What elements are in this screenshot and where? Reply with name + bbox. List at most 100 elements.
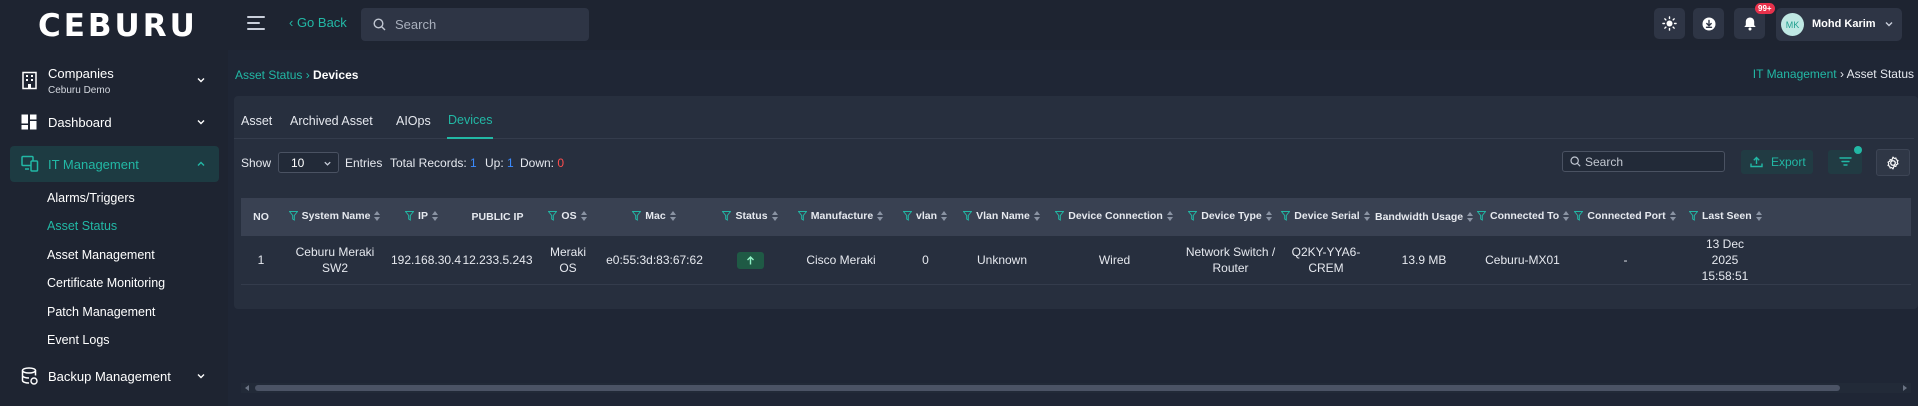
settings-button[interactable] bbox=[1876, 149, 1910, 176]
menu-toggle-icon[interactable] bbox=[247, 16, 265, 32]
col-header-os[interactable]: OS bbox=[540, 198, 596, 236]
col-header-label: Last Seen bbox=[1702, 210, 1752, 222]
sort-icon[interactable] bbox=[1033, 210, 1041, 222]
theme-toggle-button[interactable] bbox=[1654, 8, 1685, 39]
user-name: Mohd Karim bbox=[1812, 18, 1876, 30]
col-header-connected-to[interactable]: Connected To bbox=[1475, 198, 1570, 236]
breadcrumb-right: IT Management › Asset Status bbox=[1753, 67, 1914, 81]
sidebar-subitem-asset-management[interactable]: Asset Management bbox=[47, 248, 155, 262]
scroll-right-arrow-icon[interactable] bbox=[1903, 385, 1907, 391]
global-search[interactable] bbox=[361, 8, 589, 41]
sidebar-item-label: Backup Management bbox=[48, 369, 171, 384]
sort-icon[interactable] bbox=[669, 210, 677, 222]
total-records-label: Total Records: bbox=[390, 156, 467, 170]
col-header-vlan-name[interactable]: Vlan Name bbox=[957, 198, 1047, 236]
up-label: Up: bbox=[485, 156, 504, 170]
col-header-device-serial[interactable]: Device Serial bbox=[1279, 198, 1373, 236]
filter-icon[interactable] bbox=[288, 211, 298, 221]
filter-icon[interactable] bbox=[1055, 211, 1065, 221]
total-records-value: 1 bbox=[470, 156, 477, 170]
col-header-last-seen[interactable]: Last Seen bbox=[1681, 198, 1911, 236]
sort-icon[interactable] bbox=[877, 210, 884, 222]
sort-icon[interactable] bbox=[374, 210, 381, 222]
sidebar-subitem-asset-status[interactable]: Asset Status bbox=[47, 219, 117, 233]
col-header-manufacture[interactable]: Manufacture bbox=[788, 198, 894, 236]
scrollbar-thumb[interactable] bbox=[255, 385, 1840, 391]
sort-icon[interactable] bbox=[1669, 210, 1677, 222]
sidebar-subitem-patch-management[interactable]: Patch Management bbox=[47, 305, 155, 319]
breadcrumb-link-it-management[interactable]: IT Management bbox=[1753, 67, 1837, 81]
tab-asset[interactable]: Asset bbox=[241, 114, 272, 128]
company-name: Ceburu Demo bbox=[48, 85, 111, 96]
table-header-row: NO System Name IP PUBLIC IP OS Mac Statu… bbox=[241, 198, 1911, 236]
col-header-system-name[interactable]: System Name bbox=[281, 198, 389, 236]
show-label: Show bbox=[241, 156, 272, 170]
global-search-input[interactable] bbox=[395, 8, 580, 41]
col-header-ip[interactable]: IP bbox=[389, 198, 455, 236]
sort-icon[interactable] bbox=[580, 210, 588, 222]
col-header-label: OS bbox=[561, 210, 577, 222]
sort-icon[interactable] bbox=[771, 210, 779, 222]
sort-icon[interactable] bbox=[1265, 210, 1273, 222]
sidebar-subitem-alarms[interactable]: Alarms/Triggers bbox=[47, 191, 135, 205]
sort-icon[interactable] bbox=[1563, 210, 1570, 222]
download-button[interactable] bbox=[1693, 8, 1724, 39]
col-header-label: Connected Port bbox=[1587, 210, 1666, 222]
breadcrumb-separator: › bbox=[1836, 67, 1847, 81]
sidebar-item-backup-management[interactable]: Backup Management bbox=[10, 358, 219, 394]
export-button[interactable]: Export bbox=[1741, 150, 1813, 174]
filter-icon[interactable] bbox=[1477, 211, 1486, 221]
filter-icon[interactable] bbox=[963, 211, 973, 221]
filter-icon[interactable] bbox=[1281, 211, 1291, 221]
sidebar-item-label: IT Management bbox=[48, 157, 139, 172]
sidebar-subitem-event-logs[interactable]: Event Logs bbox=[47, 333, 110, 347]
col-header-public-ip: PUBLIC IP bbox=[455, 198, 540, 236]
database-icon bbox=[21, 367, 38, 385]
sort-icon[interactable] bbox=[1363, 210, 1371, 222]
filter-icon[interactable] bbox=[722, 211, 732, 221]
tab-devices[interactable]: Devices bbox=[448, 113, 492, 127]
col-header-connected-port[interactable]: Connected Port bbox=[1570, 198, 1681, 236]
building-icon bbox=[22, 71, 37, 90]
table-row[interactable]: 1 Ceburu Meraki SW2 192.168.30.4 12.233.… bbox=[241, 236, 1911, 285]
col-header-bandwidth-usage[interactable]: Bandwidth Usage bbox=[1373, 198, 1475, 236]
sort-icon[interactable] bbox=[941, 210, 948, 222]
filter-icon[interactable] bbox=[548, 211, 558, 221]
col-header-device-type[interactable]: Device Type bbox=[1182, 198, 1279, 236]
filter-icon[interactable] bbox=[797, 211, 807, 221]
ceburu-logo[interactable]: CEBURU bbox=[38, 8, 198, 44]
cell-vlan-name: Unknown bbox=[957, 236, 1047, 285]
cell-vlan: 0 bbox=[894, 236, 957, 285]
col-header-device-connection[interactable]: Device Connection bbox=[1047, 198, 1182, 236]
table-search-input[interactable] bbox=[1585, 152, 1721, 171]
filter-icon[interactable] bbox=[1574, 211, 1584, 221]
entries-select[interactable]: 10 bbox=[278, 152, 339, 173]
sort-icon[interactable] bbox=[431, 210, 439, 222]
tab-aiops[interactable]: AIOps bbox=[396, 114, 431, 128]
filter-icon[interactable] bbox=[405, 211, 415, 221]
sort-icon[interactable] bbox=[1166, 210, 1174, 222]
table-horizontal-scrollbar[interactable] bbox=[241, 383, 1911, 393]
sidebar-subitem-certificate-monitoring[interactable]: Certificate Monitoring bbox=[47, 276, 165, 290]
filter-icon[interactable] bbox=[632, 211, 642, 221]
col-header-status[interactable]: Status bbox=[713, 198, 788, 236]
breadcrumb-link-asset-status[interactable]: Asset Status bbox=[235, 68, 302, 82]
filter-lines-icon bbox=[1839, 157, 1852, 166]
sort-icon[interactable] bbox=[1755, 210, 1763, 222]
filter-icon[interactable] bbox=[1188, 211, 1198, 221]
filter-icon[interactable] bbox=[1689, 211, 1698, 221]
col-header-mac[interactable]: Mac bbox=[596, 198, 713, 236]
sidebar-item-it-management[interactable]: IT Management bbox=[10, 146, 219, 182]
table-search[interactable] bbox=[1562, 151, 1725, 172]
cell-device-connection: Wired bbox=[1047, 236, 1182, 285]
scroll-left-arrow-icon[interactable] bbox=[245, 385, 249, 391]
tab-archived-asset[interactable]: Archived Asset bbox=[290, 114, 373, 128]
go-back-link[interactable]: ‹ Go Back bbox=[289, 15, 347, 30]
user-menu[interactable]: MK Mohd Karim bbox=[1776, 8, 1902, 41]
sidebar-item-dashboard[interactable]: Dashboard bbox=[10, 104, 219, 140]
sidebar-item-companies[interactable]: Companies Ceburu Demo bbox=[10, 62, 219, 98]
filter-icon[interactable] bbox=[902, 211, 912, 221]
down-count: Down: 0 bbox=[520, 156, 564, 170]
col-header-vlan[interactable]: vlan bbox=[894, 198, 957, 236]
sort-icon[interactable] bbox=[1467, 211, 1474, 223]
